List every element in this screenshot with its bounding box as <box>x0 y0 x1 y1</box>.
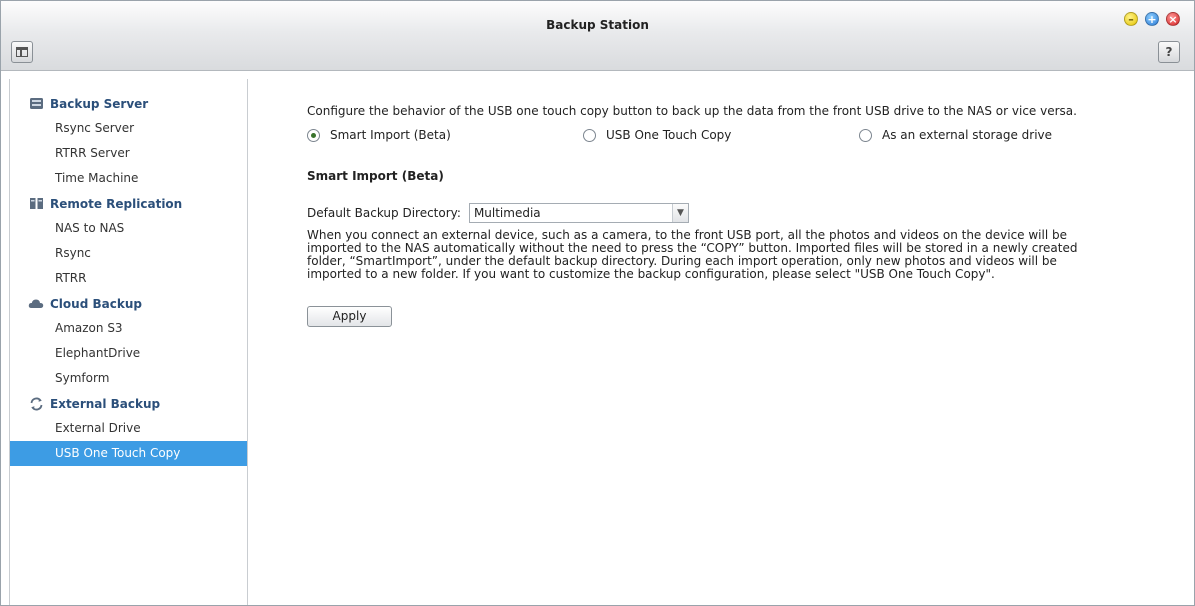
sidebar-item-rsync-server[interactable]: Rsync Server <box>10 116 247 141</box>
replication-icon <box>28 197 44 211</box>
cloud-icon <box>28 297 44 311</box>
sidebar: Backup Server Rsync Server RTRR Server T… <box>9 79 248 605</box>
window-controls: – + × <box>1124 12 1180 26</box>
title-bar: Backup Station – + × ? <box>1 1 1194 71</box>
sync-icon <box>28 397 44 411</box>
sidebar-item-amazon-s3[interactable]: Amazon S3 <box>10 316 247 341</box>
panel-icon <box>16 47 28 57</box>
configure-description: Configure the behavior of the USB one to… <box>307 104 1077 118</box>
sidebar-item-elephantdrive[interactable]: ElephantDrive <box>10 341 247 366</box>
sidebar-group-label: Backup Server <box>50 96 149 111</box>
minimize-button[interactable]: – <box>1124 12 1138 26</box>
backup-directory-row: Default Backup Directory: Multimedia ▼ <box>307 203 689 223</box>
sidebar-item-usb-one-touch-copy[interactable]: USB One Touch Copy <box>10 441 247 466</box>
help-button[interactable]: ? <box>1158 41 1180 63</box>
radio-label: USB One Touch Copy <box>606 128 732 142</box>
sidebar-item-time-machine[interactable]: Time Machine <box>10 166 247 191</box>
toggle-sidebar-button[interactable] <box>11 41 33 63</box>
sidebar-group-cloud-backup[interactable]: Cloud Backup <box>10 291 247 316</box>
radio-label: Smart Import (Beta) <box>330 128 451 142</box>
maximize-button[interactable]: + <box>1145 12 1159 26</box>
sidebar-group-label: External Backup <box>50 396 161 411</box>
sidebar-item-external-drive[interactable]: External Drive <box>10 416 247 441</box>
radio-label: As an external storage drive <box>882 128 1053 142</box>
sidebar-group-label: Cloud Backup <box>50 296 142 311</box>
radio-unchecked-icon[interactable] <box>583 128 596 142</box>
section-title: Smart Import (Beta) <box>307 169 444 183</box>
radio-usb-one-touch-copy[interactable]: USB One Touch Copy <box>583 128 731 142</box>
backup-directory-select[interactable]: Multimedia ▼ <box>468 203 689 223</box>
backup-directory-label: Default Backup Directory: <box>307 206 461 220</box>
radio-external-storage[interactable]: As an external storage drive <box>859 128 1052 142</box>
sidebar-item-rtrr-server[interactable]: RTRR Server <box>10 141 247 166</box>
chevron-down-icon[interactable]: ▼ <box>671 204 688 222</box>
sidebar-group-label: Remote Replication <box>50 196 183 211</box>
radio-unchecked-icon[interactable] <box>859 128 872 142</box>
close-button[interactable]: × <box>1166 12 1180 26</box>
main-content: Configure the behavior of the USB one to… <box>249 79 1194 605</box>
radio-checked-icon[interactable] <box>307 128 320 142</box>
info-line: imported to a new folder. If you want to… <box>307 267 995 281</box>
apply-button[interactable]: Apply <box>307 306 392 327</box>
sidebar-item-rsync[interactable]: Rsync <box>10 241 247 266</box>
sidebar-group-remote-replication[interactable]: Remote Replication <box>10 191 247 216</box>
smart-import-info: When you connect an external device, suc… <box>307 229 1127 281</box>
sidebar-group-external-backup[interactable]: External Backup <box>10 391 247 416</box>
sidebar-item-nas-to-nas[interactable]: NAS to NAS <box>10 216 247 241</box>
sidebar-item-symform[interactable]: Symform <box>10 366 247 391</box>
backup-station-window: Backup Station – + × ? Backup Server Rsy… <box>0 0 1195 606</box>
mode-radio-group: Smart Import (Beta) USB One Touch Copy A… <box>307 128 1107 146</box>
radio-smart-import[interactable]: Smart Import (Beta) <box>307 128 451 142</box>
window-title: Backup Station <box>546 18 649 32</box>
server-icon <box>28 97 44 111</box>
backup-directory-value: Multimedia <box>473 206 541 220</box>
sidebar-group-backup-server[interactable]: Backup Server <box>10 91 247 116</box>
sidebar-item-rtrr[interactable]: RTRR <box>10 266 247 291</box>
